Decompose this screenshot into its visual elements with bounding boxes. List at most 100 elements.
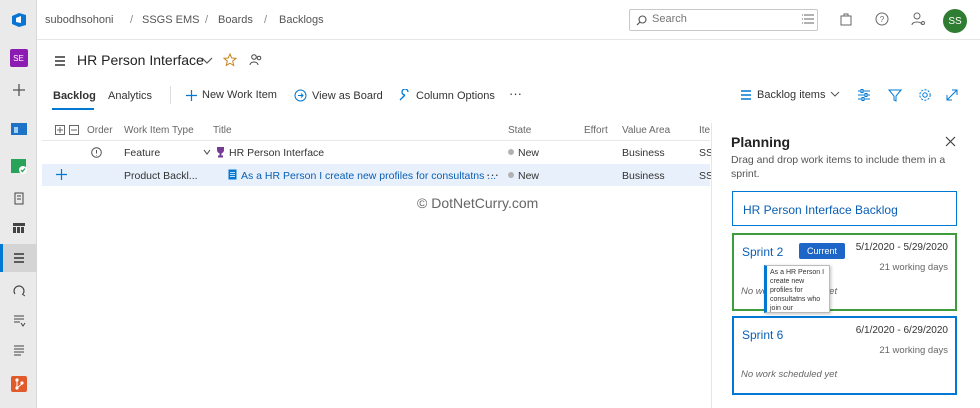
row-type: Product Backl... [124,170,198,182]
row-more-icon[interactable]: ··· [486,167,499,182]
user-settings-icon[interactable] [910,11,926,27]
search-box[interactable] [629,9,818,31]
top-bar: subodhsohoni / SSGS EMS / Boards / Backl… [37,0,980,40]
breadcrumb-project[interactable]: SSGS EMS [142,14,199,26]
view-as-board-button[interactable]: View as Board [294,89,383,102]
add-child-icon[interactable] [56,169,67,180]
watermark: © DotNetCurry.com [417,195,539,211]
filter-icon[interactable] [888,88,902,102]
planning-pane: Planning Drag and drop work items to inc… [711,123,980,408]
favorite-star-icon[interactable] [223,53,237,67]
backlog-level-dropdown[interactable]: Backlog items [740,89,840,101]
new-work-item-button[interactable]: New Work Item [186,89,277,101]
column-options-label: Column Options [416,89,495,102]
backlog-drop-card[interactable]: HR Person Interface Backlog [732,191,957,226]
expand-all-icon[interactable] [55,125,65,135]
current-badge: Current [799,243,845,259]
svg-text:?: ? [880,15,885,24]
more-actions-icon[interactable]: ··· [509,86,522,101]
add-icon[interactable] [0,76,37,104]
user-avatar[interactable]: SS [943,9,967,33]
help-icon[interactable]: ? [874,11,890,27]
backlog-level-icon [741,90,751,100]
backlogs-icon[interactable] [0,244,37,272]
column-options-button[interactable]: Column Options [398,89,495,102]
row-title[interactable]: HR Person Interface [229,147,324,159]
header-divider [42,140,710,141]
team-members-icon[interactable] [249,53,263,67]
sprint-name[interactable]: Sprint 6 [742,328,783,342]
expand-icon[interactable] [945,88,959,102]
sprint-empty-message: No work scheduled yet [741,369,838,380]
sprint-name[interactable]: Sprint 2 [742,245,783,259]
marketplace-bag-icon[interactable] [838,11,854,27]
chevron-down-icon [831,91,840,97]
search-icon [636,15,647,26]
close-icon[interactable] [945,136,956,147]
overview-icon[interactable] [0,114,37,142]
sprints-icon[interactable] [0,276,37,304]
drag-preview-card[interactable]: As a HR Person I create new profiles for… [764,265,830,313]
view-as-board-label: View as Board [312,89,383,102]
arrow-circle-icon [294,89,307,102]
breadcrumb-separator: / [264,14,268,26]
tab-backlog[interactable]: Backlog [53,90,96,102]
sprint-working-days: 21 working days [879,262,948,273]
board-view-icon[interactable] [0,214,37,242]
backlog-team-icon [55,56,65,66]
chevron-down-icon[interactable] [203,149,211,156]
breadcrumb-backlogs[interactable]: Backlogs [279,14,324,26]
breadcrumb-separator: / [205,14,209,26]
chevron-down-icon[interactable] [201,56,213,66]
project-avatar[interactable]: SE [0,44,37,72]
toolbar-divider [170,86,171,104]
column-header-order[interactable]: Order [87,125,113,136]
planning-description: Drag and drop work items to include them… [731,154,946,180]
settings-gear-icon[interactable] [918,88,932,102]
project-badge: SE [9,49,28,67]
azure-devops-logo-icon[interactable] [0,6,37,34]
column-header-effort[interactable]: Effort [584,125,608,136]
page-title[interactable]: HR Person Interface [77,52,204,68]
view-options-icon[interactable] [857,88,871,102]
state-dot-icon [508,172,514,178]
info-icon [91,147,102,158]
plus-icon [186,89,197,101]
column-header-title[interactable]: Title [213,125,232,136]
row-type: Feature [124,147,161,159]
collapse-all-icon[interactable] [69,125,79,135]
column-header-state[interactable]: State [508,125,531,136]
queries-icon[interactable] [0,306,37,334]
wrench-icon [399,89,409,101]
repos-icon[interactable] [0,370,37,398]
sprint-card[interactable]: Sprint 6 6/1/2020 - 6/29/2020 21 working… [732,316,957,395]
tab-active-indicator [52,108,94,110]
sprint-working-days: 21 working days [879,345,948,356]
product-backlog-item-icon [228,169,237,180]
column-header-value-area[interactable]: Value Area [622,125,670,136]
row-state-label: New [518,170,540,182]
column-header-iteration[interactable]: Ite [699,125,710,136]
work-items-icon[interactable] [0,184,37,212]
row-title[interactable]: As a HR Person I create new profiles for… [241,170,496,182]
row-value-area: Business [622,147,665,159]
work-items-list-icon[interactable] [801,11,817,27]
row-value-area: Business [622,170,665,182]
row-state-label: New [518,147,540,159]
backlog-card-label: HR Person Interface Backlog [743,203,898,217]
planning-title: Planning [731,134,791,150]
sprint-dates: 6/1/2020 - 6/29/2020 [855,325,948,336]
row-state: New [508,170,539,182]
breadcrumb-org[interactable]: subodhsohoni [45,14,114,26]
column-header-type[interactable]: Work Item Type [124,125,194,136]
boards-icon[interactable] [0,152,37,180]
tab-analytics[interactable]: Analytics [108,90,152,102]
row-state: New [508,147,539,159]
trophy-icon [217,147,224,158]
breadcrumb-boards[interactable]: Boards [218,14,253,26]
breadcrumb-separator: / [130,14,134,26]
delivery-plans-icon[interactable] [0,336,37,364]
search-input[interactable] [652,13,812,25]
left-nav-rail: SE [0,0,37,408]
backlog-level-label: Backlog items [757,89,826,101]
